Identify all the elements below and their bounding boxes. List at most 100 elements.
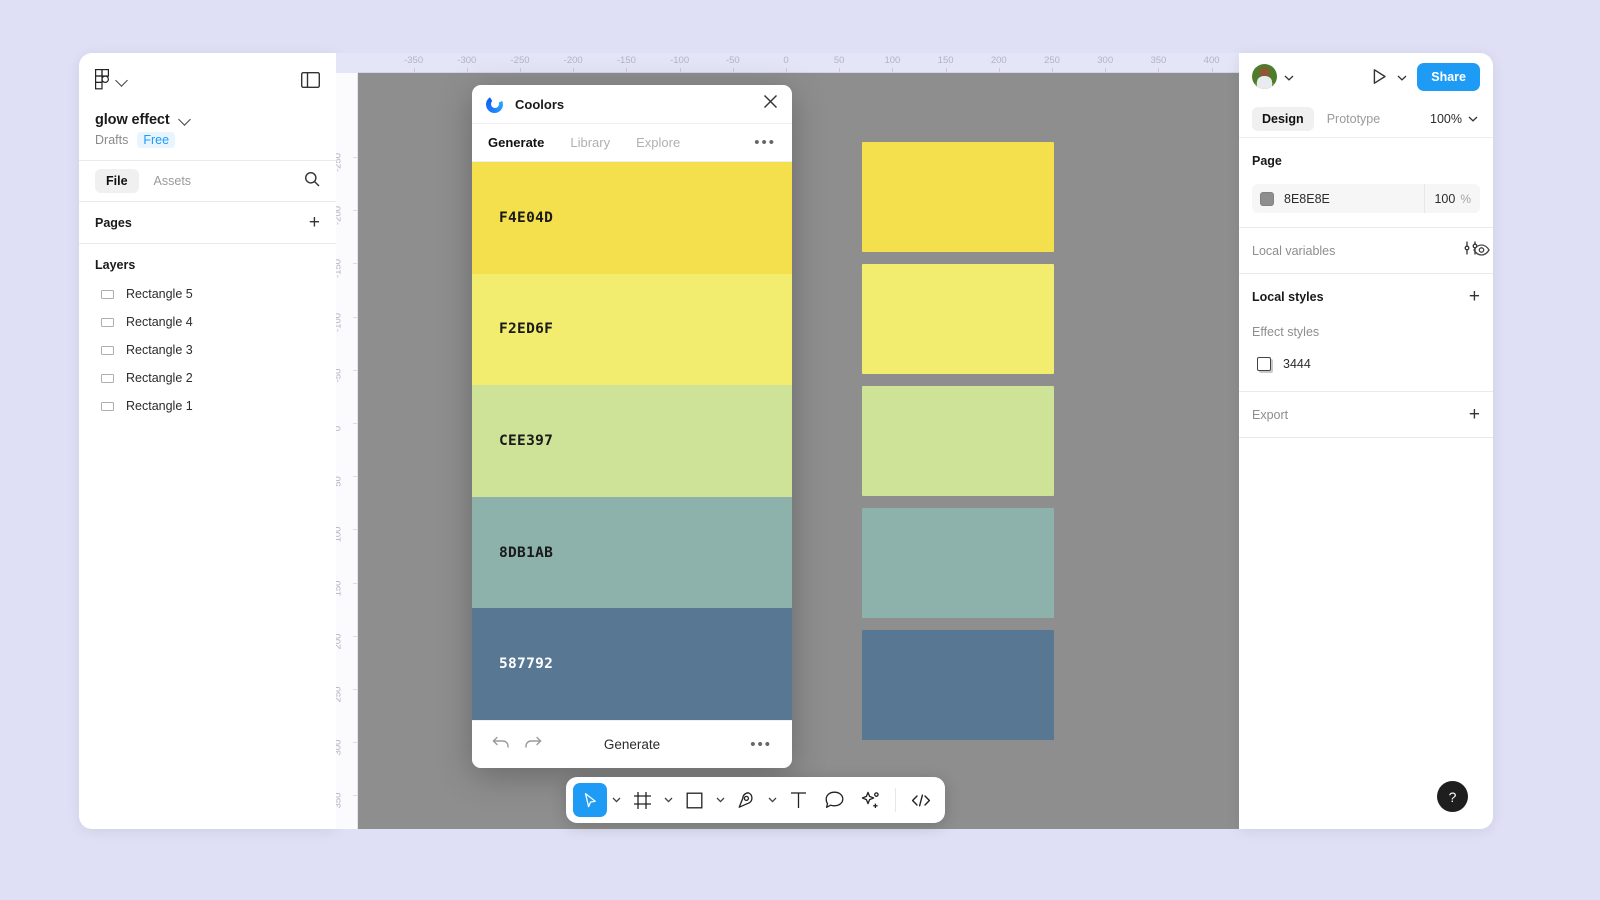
frame-tool[interactable]	[625, 783, 659, 817]
ruler-tick-label: 100	[884, 55, 900, 66]
more-options-icon[interactable]: •••	[750, 737, 772, 752]
avatar[interactable]	[1252, 64, 1277, 89]
rectangle-icon	[101, 402, 114, 411]
shape-tool-chevron[interactable]	[713, 783, 727, 817]
ruler-tick-label: -50	[726, 55, 740, 66]
close-icon[interactable]	[763, 94, 778, 114]
pen-tool[interactable]	[729, 783, 763, 817]
dev-mode-tool[interactable]	[904, 783, 938, 817]
ruler-tick-label: -300	[457, 55, 476, 66]
color-swatch[interactable]: F2ED6F	[472, 274, 792, 386]
local-variables-label: Local variables	[1252, 244, 1335, 258]
layer-item[interactable]: Rectangle 5	[79, 280, 336, 308]
plus-icon[interactable]: +	[309, 213, 320, 232]
ruler-tick-label: 200	[336, 633, 344, 649]
layer-label: Rectangle 5	[126, 287, 193, 301]
color-swatch[interactable]: CEE397	[472, 385, 792, 497]
ruler-tick-label: -50	[336, 368, 344, 382]
pen-tool-chevron[interactable]	[765, 783, 779, 817]
layer-label: Rectangle 1	[126, 399, 193, 413]
chevron-down-icon[interactable]	[1397, 68, 1407, 86]
ruler-tick	[1212, 68, 1213, 72]
plus-icon[interactable]: +	[1469, 287, 1480, 306]
layer-item[interactable]: Rectangle 2	[79, 364, 336, 392]
rectangle-icon	[101, 318, 114, 327]
layer-label: Rectangle 4	[126, 315, 193, 329]
ruler-tick	[892, 68, 893, 72]
vertical-ruler: -250-200-150-100-50050100150200250300350	[336, 73, 358, 829]
left-sidebar: glow effect Drafts Free File Assets Page…	[79, 53, 336, 829]
ruler-tick-label: 50	[834, 55, 845, 66]
tab-prototype[interactable]: Prototype	[1317, 107, 1391, 131]
color-swatch[interactable]: 587792	[472, 608, 792, 720]
generate-button[interactable]: Generate	[472, 737, 792, 752]
canvas-rectangle-3[interactable]	[862, 386, 1054, 496]
ruler-tick	[353, 157, 357, 158]
tab-generate[interactable]: Generate	[488, 135, 544, 150]
ruler-tick	[999, 68, 1000, 72]
plugin-tabs: Generate Library Explore •••	[472, 123, 792, 162]
drafts-label[interactable]: Drafts	[95, 133, 128, 147]
eye-icon[interactable]	[1473, 243, 1490, 261]
swatch-hex-label: 8DB1AB	[499, 545, 553, 561]
present-play-icon[interactable]	[1371, 68, 1388, 85]
color-swatch[interactable]: 8DB1AB	[472, 497, 792, 609]
ruler-tick	[1158, 68, 1159, 72]
plan-badge[interactable]: Free	[137, 132, 175, 148]
ruler-tick	[353, 476, 357, 477]
fill-color-chip[interactable]	[1260, 192, 1274, 206]
more-options-icon[interactable]: •••	[754, 135, 776, 150]
comment-tool[interactable]	[817, 783, 851, 817]
actions-tool[interactable]	[853, 783, 887, 817]
plugin-title: Coolors	[515, 97, 564, 112]
layer-label: Rectangle 2	[126, 371, 193, 385]
figma-logo-icon	[95, 69, 110, 95]
tab-assets[interactable]: Assets	[143, 169, 203, 193]
move-tool-chevron[interactable]	[609, 783, 623, 817]
tab-design[interactable]: Design	[1252, 107, 1314, 131]
horizontal-ruler: -350-300-250-200-150-100-500501001502002…	[336, 53, 1239, 73]
canvas-rectangle-5[interactable]	[862, 142, 1054, 252]
search-icon[interactable]	[304, 171, 320, 192]
share-button[interactable]: Share	[1417, 63, 1480, 91]
file-name[interactable]: glow effect	[95, 112, 170, 128]
ruler-tick	[839, 68, 840, 72]
canvas-rectangle-4[interactable]	[862, 264, 1054, 374]
effect-style-item[interactable]: 3444	[1239, 347, 1493, 383]
undo-icon[interactable]	[492, 735, 510, 754]
figma-menu-button[interactable]	[95, 69, 126, 95]
tab-library[interactable]: Library	[570, 135, 610, 150]
panel-toggle-icon[interactable]	[301, 72, 320, 93]
ruler-tick	[467, 68, 468, 72]
layer-item[interactable]: Rectangle 4	[79, 308, 336, 336]
help-button[interactable]: ?	[1437, 781, 1468, 812]
local-variables-row[interactable]: Local variables	[1239, 228, 1493, 273]
frame-tool-chevron[interactable]	[661, 783, 675, 817]
text-tool[interactable]	[781, 783, 815, 817]
chevron-down-icon[interactable]	[178, 113, 191, 126]
ruler-tick-label: 50	[336, 476, 344, 487]
plugin-header: Coolors	[472, 85, 792, 123]
rectangle-icon	[101, 374, 114, 383]
color-swatch[interactable]: F4E04D	[472, 162, 792, 274]
shape-tool[interactable]	[677, 783, 711, 817]
ruler-tick	[353, 636, 357, 637]
plus-icon[interactable]: +	[1469, 405, 1480, 424]
layer-item[interactable]: Rectangle 3	[79, 336, 336, 364]
tab-file[interactable]: File	[95, 169, 139, 193]
canvas-rectangle-1[interactable]	[862, 630, 1054, 740]
canvas-rectangle-2[interactable]	[862, 508, 1054, 618]
swatch-hex-label: F2ED6F	[499, 321, 553, 337]
fill-hex-value[interactable]: 8E8E8E	[1284, 192, 1330, 206]
zoom-control[interactable]: 100%	[1430, 112, 1480, 126]
redo-icon[interactable]	[524, 735, 542, 754]
effect-styles-label: Effect styles	[1252, 325, 1319, 339]
layers-list: Rectangle 5 Rectangle 4 Rectangle 3 Rect…	[79, 280, 336, 420]
chevron-down-icon[interactable]	[1284, 68, 1294, 86]
move-tool[interactable]	[573, 783, 607, 817]
layer-item[interactable]: Rectangle 1	[79, 392, 336, 420]
export-label: Export	[1252, 408, 1288, 422]
ruler-tick-label: -200	[336, 206, 344, 225]
tab-explore[interactable]: Explore	[636, 135, 680, 150]
fill-opacity-value[interactable]: 100	[1434, 192, 1455, 206]
